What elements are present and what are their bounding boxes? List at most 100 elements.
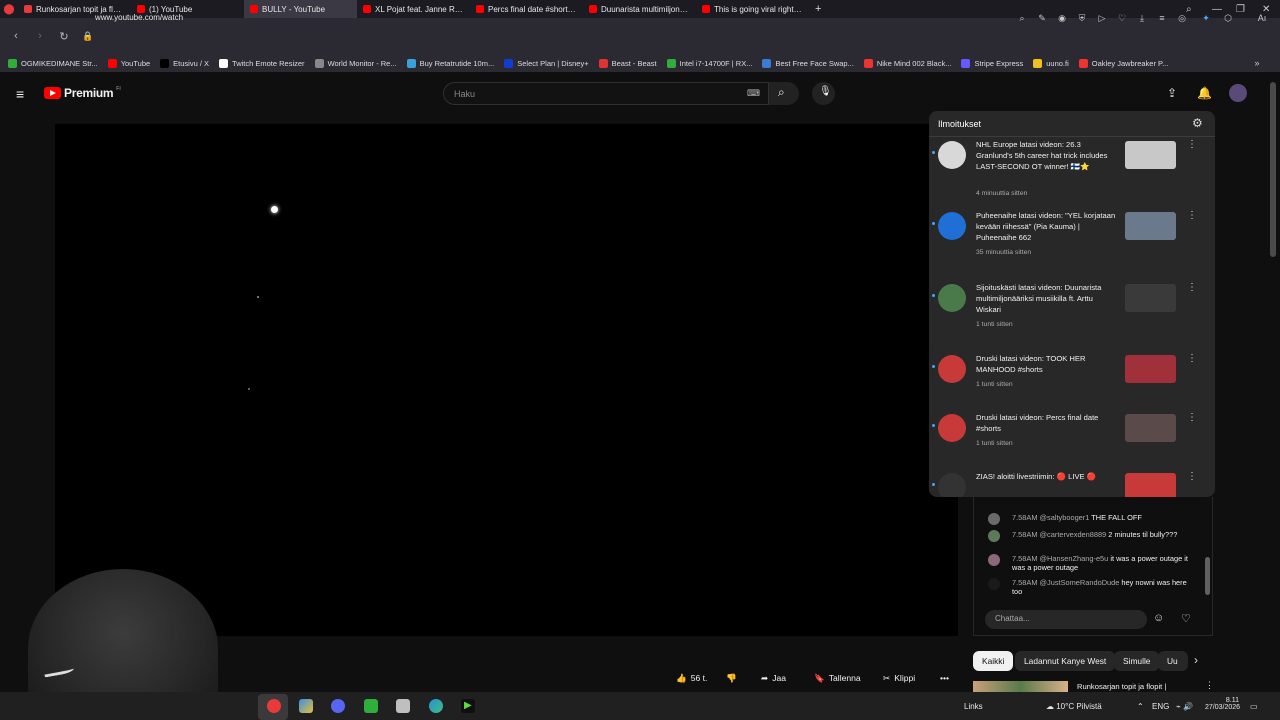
zoom-icon[interactable]: ⌕ [1015, 11, 1029, 25]
chat-avatar[interactable] [988, 554, 1000, 566]
more-options-icon[interactable]: ⋮ [1187, 210, 1197, 221]
play-icon[interactable]: ▷ [1095, 11, 1109, 25]
bookmark-item[interactable]: Nike Mind 002 Black... [863, 58, 951, 68]
notification-item[interactable]: Puheenaihe latasi videon: "YEL korjataan… [929, 210, 1215, 270]
chat-scrollbar[interactable] [1205, 557, 1210, 595]
browser-tab[interactable]: This is going viral right no [696, 0, 809, 18]
bookmarks-overflow-icon[interactable]: » [1250, 56, 1264, 70]
notification-item[interactable]: NHL Europe latasi videon: 26.3 Granlund'… [929, 139, 1215, 199]
more-options-icon[interactable]: ⋮ [1187, 412, 1197, 423]
edge-icon[interactable] [429, 699, 443, 713]
more-options-icon[interactable]: ⋮ [1187, 282, 1197, 293]
dislike-button[interactable]: 👎 [726, 667, 737, 689]
filter-chip[interactable]: Simulle [1114, 651, 1160, 671]
new-tab-button[interactable]: + [815, 3, 821, 15]
related-more-icon[interactable]: ⋮ [1205, 681, 1213, 691]
shield-icon[interactable]: ⛨ [1075, 11, 1089, 25]
notification-item[interactable]: Sijoituskästi latasi videon: Duunarista … [929, 282, 1215, 342]
share-button[interactable]: ➦ Jaa [761, 667, 786, 689]
bell-icon[interactable]: 🔔 [1197, 86, 1212, 100]
notification-item[interactable]: Druski latasi videon: TOOK HER MANHOOD #… [929, 353, 1215, 413]
notification-item[interactable]: ZIAS! aloitti livestriimin: 🔴 LIVE 🔴 ⋮ [929, 471, 1215, 497]
more-options-icon[interactable]: ⋮ [1187, 353, 1197, 364]
language[interactable]: ENG [1152, 702, 1169, 711]
bookmark-item[interactable]: Etusivu / X [160, 58, 209, 68]
youtube-logo[interactable]: Premium FI [44, 86, 121, 100]
voice-search-button[interactable]: 🎙 [812, 82, 835, 105]
notification-center-icon[interactable]: ▭ [1250, 702, 1258, 711]
search-input[interactable]: Haku [443, 82, 769, 105]
chat-avatar[interactable] [988, 578, 1000, 590]
network-icon[interactable]: ⌁ 🔊 [1176, 702, 1193, 711]
profile-icon[interactable]: ◎ [1175, 11, 1189, 25]
clip-button[interactable]: ✂ Klippi [883, 667, 915, 689]
page-scrollbar[interactable] [1270, 82, 1276, 257]
browser-tab[interactable]: XL Pojat feat. Janne Ranta [357, 0, 470, 18]
emoji-icon[interactable]: ☺ [1153, 612, 1164, 624]
bookmark-item[interactable]: Beast - Beast [598, 58, 657, 68]
chat-avatar[interactable] [988, 530, 1000, 542]
tray-expand-icon[interactable]: ⌃ [1137, 702, 1144, 711]
discord-icon[interactable] [331, 699, 345, 713]
camera-icon[interactable]: ◉ [1055, 11, 1069, 25]
notification-item[interactable]: Druski latasi videon: Percs final date #… [929, 412, 1215, 472]
chat-avatar[interactable] [988, 513, 1000, 525]
heart-icon[interactable]: ♡ [1115, 11, 1129, 25]
browser-tab[interactable]: BULLY - YouTube [244, 0, 357, 18]
cube-icon[interactable]: ⬡ [1221, 11, 1235, 25]
more-options-icon[interactable]: ⋮ [1187, 471, 1197, 482]
browser-logo-icon[interactable]: ⬤ [0, 4, 18, 15]
bookmark-item[interactable]: Intel i7-14700F | RX... [666, 58, 752, 68]
chat-input[interactable]: Chattaa... [985, 610, 1147, 629]
avatar[interactable] [1229, 84, 1247, 102]
spreadsheet-icon[interactable] [364, 699, 378, 713]
hamburger-menu-icon[interactable]: ≡ [16, 86, 24, 102]
chat-author[interactable]: @saltybooger1 [1040, 513, 1090, 522]
links-label[interactable]: Links [964, 702, 983, 711]
keyboard-icon[interactable]: ⌨ [747, 88, 760, 99]
reload-button[interactable]: ↻ [56, 30, 72, 43]
ai-button[interactable]: Aı [1248, 11, 1276, 25]
weather[interactable]: ☁ 10°C Pilvistä [1046, 702, 1102, 711]
more-actions-button[interactable]: ••• [940, 667, 949, 689]
bookmark-item[interactable]: Best Free Face Swap... [762, 58, 854, 68]
terminal-icon[interactable]: ▶ [461, 699, 475, 713]
opera-browser-icon[interactable] [267, 699, 281, 713]
bookmark-item[interactable]: YouTube [107, 58, 150, 68]
chat-author[interactable]: @cartervexden8889 [1040, 530, 1107, 539]
bookmark-item[interactable]: Stripe Express [961, 58, 1023, 68]
chips-next-icon[interactable]: › [1194, 653, 1198, 667]
menu-icon[interactable]: ≡ [1155, 11, 1169, 25]
heart-reaction-icon[interactable]: ♡ [1181, 612, 1191, 625]
filter-chip[interactable]: Kaikki [973, 651, 1014, 671]
filter-chip[interactable]: Uu [1158, 651, 1188, 671]
maximize-button[interactable]: ❐ [1236, 0, 1245, 18]
chat-author[interactable]: @JustSomeRandoDude [1040, 578, 1120, 587]
bookmark-item[interactable]: OGMIKEDIMANE Str... [8, 58, 98, 68]
bookmark-item[interactable]: uuno.fi [1033, 58, 1069, 68]
video-player[interactable] [55, 124, 958, 636]
save-button[interactable]: 🔖 Tallenna [814, 667, 861, 689]
bookmark-item[interactable]: Select Plan | Disney+ [504, 58, 589, 68]
app-icon[interactable] [299, 699, 313, 713]
browser-tab[interactable]: Percs final date #shorts - Y [470, 0, 583, 18]
shield-app-icon[interactable] [396, 699, 410, 713]
upload-icon[interactable]: ⇪ [1167, 86, 1177, 100]
bookmark-item[interactable]: Oakley Jawbreaker P... [1078, 58, 1168, 68]
bookmark-item[interactable]: Twitch Emote Resizer [219, 58, 305, 68]
more-options-icon[interactable]: ⋮ [1187, 139, 1197, 150]
download-icon[interactable]: ⤓ [1135, 11, 1149, 25]
like-button[interactable]: 👍 56 t. [676, 667, 707, 689]
clock[interactable]: 8.11 27/03/2026 [1205, 697, 1240, 711]
settings-gear-icon[interactable]: ⚙ [1192, 116, 1203, 130]
forward-button[interactable]: › [32, 30, 48, 42]
back-button[interactable]: ‹ [8, 30, 24, 42]
browser-tab[interactable]: Duunarista multimiljonääri [583, 0, 696, 18]
search-button[interactable]: ⌕ [769, 82, 799, 105]
extension-icon[interactable]: ✦ [1199, 11, 1213, 25]
edit-icon[interactable]: ✎ [1035, 11, 1049, 25]
bookmark-item[interactable]: Buy Retatrutide 10m... [406, 58, 494, 68]
bookmark-item[interactable]: World Monitor - Re... [314, 58, 397, 68]
filter-chip[interactable]: Ladannut Kanye West [1015, 651, 1116, 671]
chat-author[interactable]: @HansenZhang-e5u [1040, 554, 1109, 563]
